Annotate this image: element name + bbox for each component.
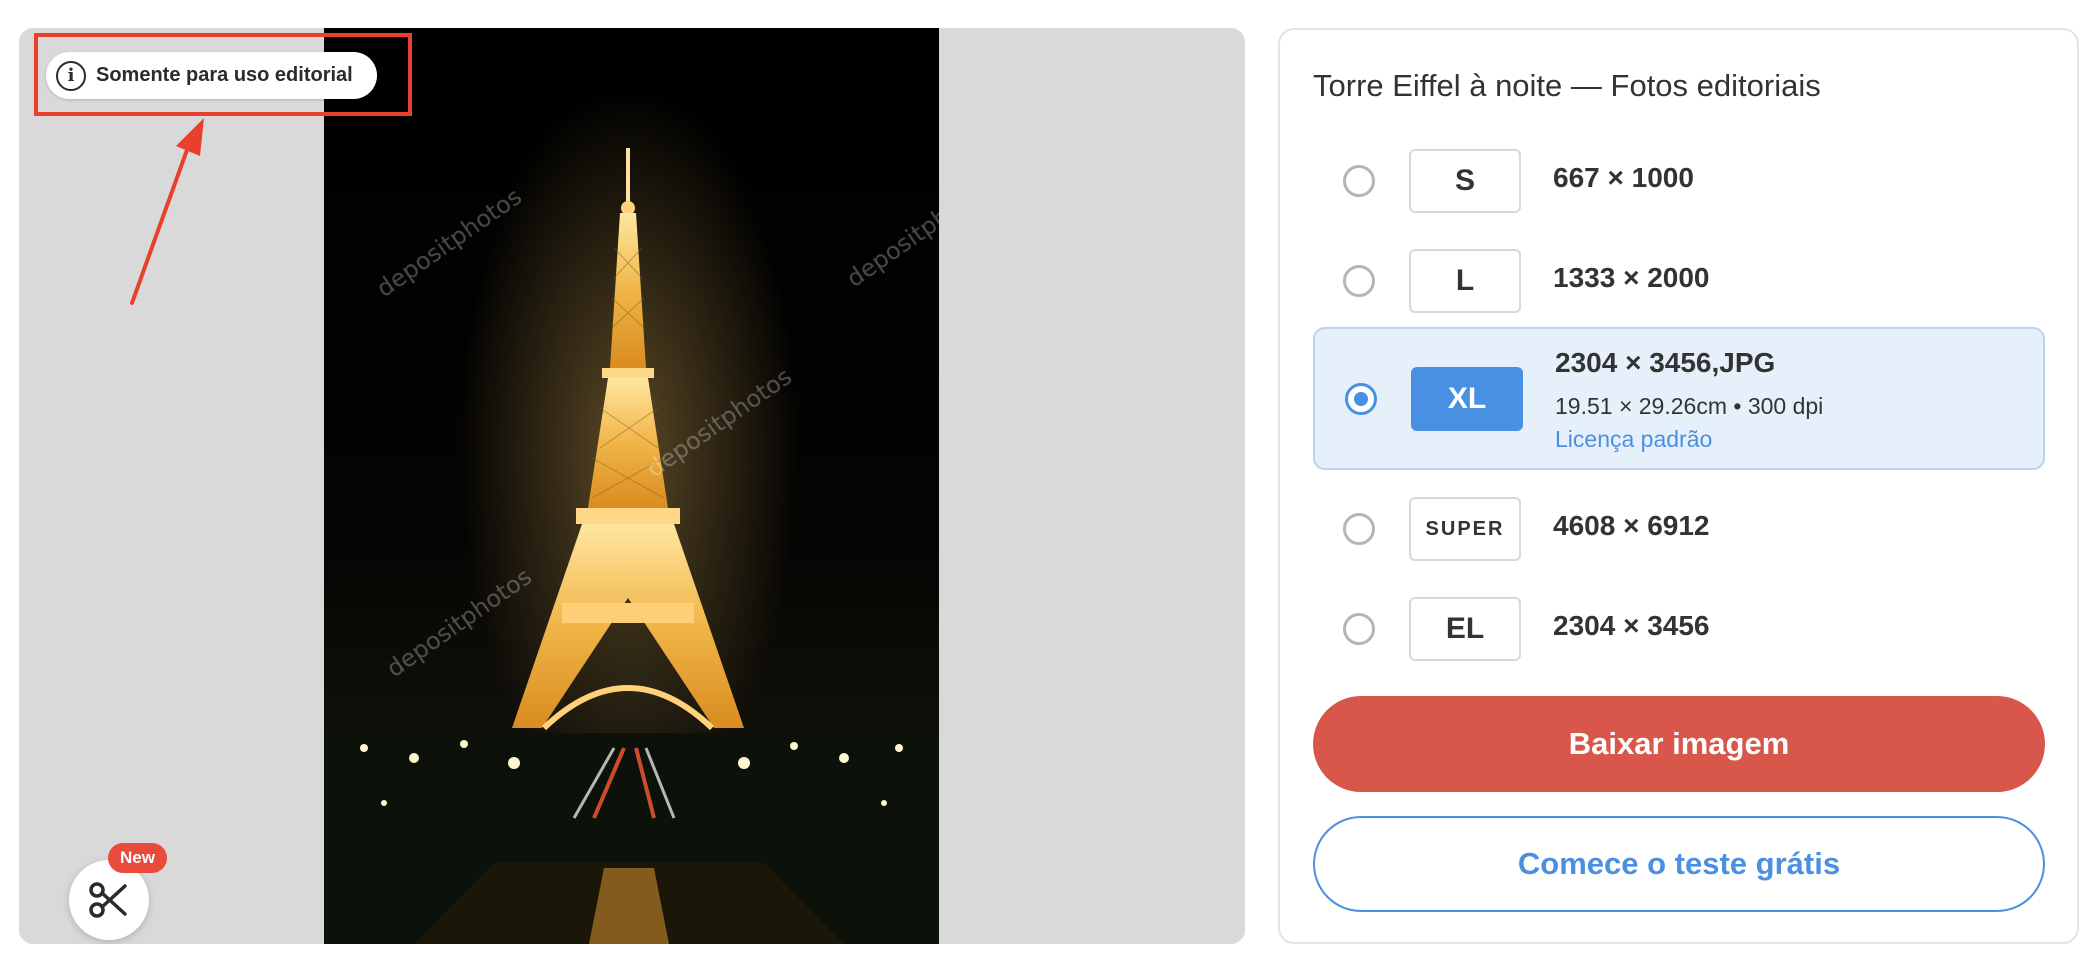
radio-icon[interactable] xyxy=(1343,613,1375,645)
size-print-info: 19.51 × 29.26cm • 300 dpi xyxy=(1555,393,1824,419)
page: depositphotos depositphotos depositphoto… xyxy=(0,0,2094,956)
size-option-super[interactable]: SUPER 4608 × 6912 xyxy=(1313,488,2045,568)
size-dimensions: 2304 × 3456 xyxy=(1553,610,1710,641)
size-label: S xyxy=(1409,149,1521,213)
radio-icon[interactable] xyxy=(1343,165,1375,197)
radio-icon[interactable] xyxy=(1343,265,1375,297)
radio-icon[interactable] xyxy=(1343,513,1375,545)
size-option-l[interactable]: L 1333 × 2000 xyxy=(1313,240,2045,320)
size-label: EL xyxy=(1409,597,1521,661)
size-option-el[interactable]: EL 2304 × 3456 xyxy=(1313,588,2045,668)
svg-text:depositphotos: depositphotos xyxy=(841,172,939,293)
free-trial-button[interactable]: Comece o teste grátis xyxy=(1313,816,2045,912)
size-dimensions: 2304 × 3456,JPG xyxy=(1555,347,1776,378)
size-label: L xyxy=(1409,249,1521,313)
size-option-xl[interactable]: XL 2304 × 3456,JPG 19.51 × 29.26cm • 300… xyxy=(1313,327,2045,470)
size-dimensions: 4608 × 6912 xyxy=(1553,510,1710,541)
license-link[interactable]: Licença padrão xyxy=(1555,426,1712,453)
annotation-arrow xyxy=(130,118,204,305)
radio-icon[interactable] xyxy=(1345,383,1377,415)
size-label: SUPER xyxy=(1409,497,1521,561)
size-label: XL xyxy=(1411,367,1523,431)
size-dimensions: 667 × 1000 xyxy=(1553,162,1694,193)
preview-photo[interactable]: depositphotos depositphotos depositphoto… xyxy=(324,28,939,944)
annotation-highlight-box xyxy=(34,33,412,116)
size-dimensions: 1333 × 2000 xyxy=(1553,262,1710,293)
purchase-panel: Torre Eiffel à noite — Fotos editoriais … xyxy=(1278,28,2079,944)
size-option-s[interactable]: S 667 × 1000 xyxy=(1313,140,2045,220)
panel-title: Torre Eiffel à noite — Fotos editoriais xyxy=(1313,68,1821,103)
eiffel-tower-photo: depositphotos depositphotos depositphoto… xyxy=(324,88,939,944)
download-button[interactable]: Baixar imagem xyxy=(1313,696,2045,792)
scissors-icon xyxy=(89,882,127,918)
new-badge: New xyxy=(108,843,167,873)
